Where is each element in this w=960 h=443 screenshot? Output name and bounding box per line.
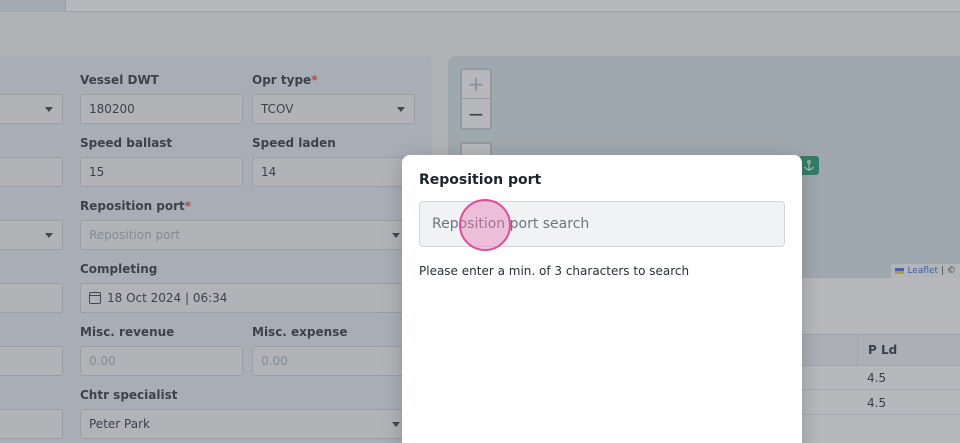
modal-title: Reposition port bbox=[419, 172, 542, 188]
reposition-port-modal: Reposition port Please enter a min. of 3… bbox=[402, 155, 802, 443]
search-hint: Please enter a min. of 3 characters to s… bbox=[419, 264, 690, 278]
reposition-port-search-input[interactable] bbox=[419, 201, 785, 247]
